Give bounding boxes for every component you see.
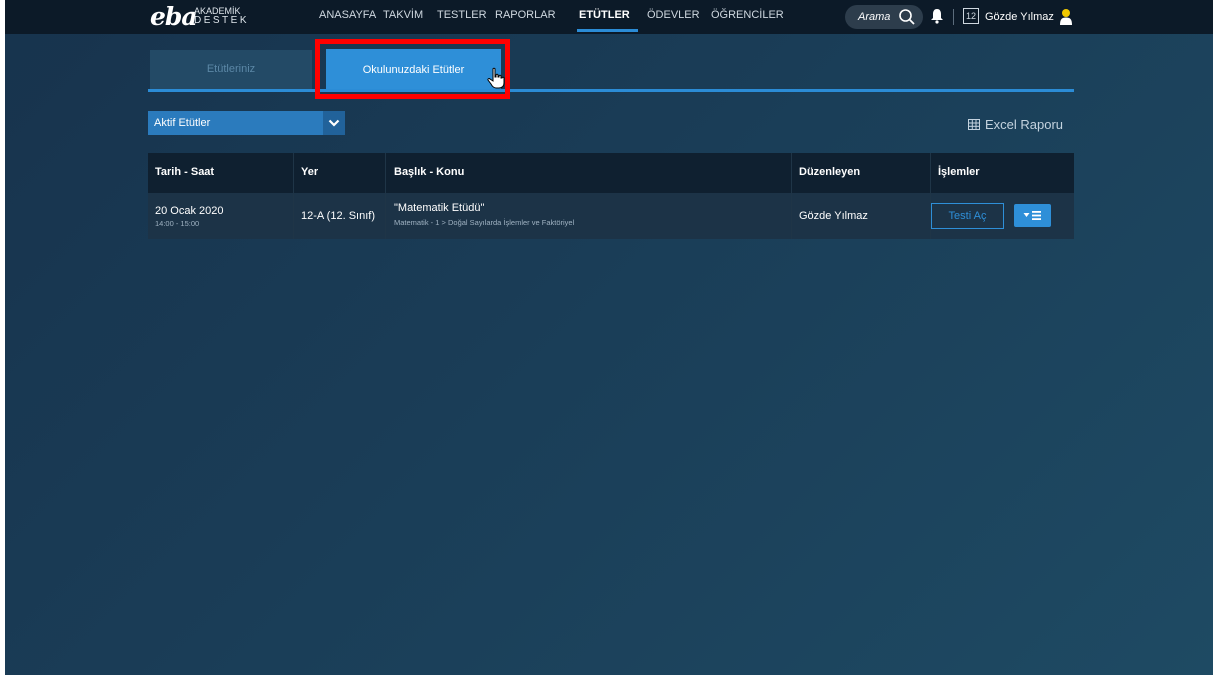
table-grid-icon bbox=[968, 119, 980, 130]
logo-sub-line2: DESTEK bbox=[194, 15, 250, 26]
search-placeholder: Arama bbox=[858, 11, 891, 23]
table-header: Tarih - Saat Yer Başlık - Konu Düzenleye… bbox=[148, 153, 1074, 193]
logo-subtitle: AKADEMİK DESTEK bbox=[194, 7, 250, 26]
open-test-button[interactable]: Testi Aç bbox=[931, 203, 1004, 229]
top-navbar: eba AKADEMİK DESTEK ANASAYFA TAKVİM TEST… bbox=[5, 0, 1213, 34]
status-filter-select[interactable]: Aktif Etütler bbox=[148, 111, 345, 135]
search-icon[interactable] bbox=[898, 8, 916, 26]
app-window: eba AKADEMİK DESTEK ANASAYFA TAKVİM TEST… bbox=[5, 0, 1213, 675]
user-icon[interactable] bbox=[1059, 8, 1073, 26]
column-divider bbox=[293, 153, 294, 239]
etut-table: Tarih - Saat Yer Başlık - Konu Düzenleye… bbox=[148, 153, 1074, 239]
row-actions-menu-button[interactable] bbox=[1014, 204, 1051, 227]
row-topic: Matematik - 1 > Doğal Sayılarda İşlemler… bbox=[394, 218, 575, 227]
nav-odevler[interactable]: ÖDEVLER bbox=[647, 9, 700, 21]
row-organizer: Gözde Yılmaz bbox=[799, 210, 868, 222]
user-name[interactable]: Gözde Yılmaz bbox=[985, 11, 1054, 23]
row-title: "Matematik Etüdü" bbox=[394, 202, 485, 214]
calendar-icon[interactable]: 12 bbox=[963, 8, 979, 24]
filter-selected-value: Aktif Etütler bbox=[154, 117, 211, 129]
excel-report-label: Excel Raporu bbox=[985, 117, 1064, 132]
nav-takvim[interactable]: TAKVİM bbox=[383, 9, 423, 21]
list-menu-icon bbox=[1023, 211, 1041, 220]
nav-raporlar[interactable]: RAPORLAR bbox=[495, 9, 556, 21]
active-nav-indicator bbox=[577, 29, 638, 32]
search-box[interactable]: Arama bbox=[845, 5, 923, 29]
chevron-down-icon bbox=[328, 119, 340, 127]
header-divider bbox=[953, 9, 954, 25]
tab-okulunuzdaki-etutler[interactable]: Okulunuzdaki Etütler bbox=[326, 49, 501, 91]
nav-ogrenciler[interactable]: ÖĞRENCİLER bbox=[711, 9, 784, 21]
nav-anasayfa[interactable]: ANASAYFA bbox=[319, 9, 376, 21]
column-divider bbox=[791, 153, 792, 239]
header-duzenleyen: Düzenleyen bbox=[799, 166, 861, 178]
filter-dropdown-toggle[interactable] bbox=[323, 111, 345, 135]
table-row: 20 Ocak 2020 14:00 - 15:00 12-A (12. Sın… bbox=[148, 193, 1074, 239]
column-divider bbox=[385, 153, 386, 239]
nav-testler[interactable]: TESTLER bbox=[437, 9, 487, 21]
header-islemler: İşlemler bbox=[938, 166, 980, 178]
column-divider bbox=[930, 153, 931, 239]
header-yer: Yer bbox=[301, 166, 319, 178]
row-time: 14:00 - 15:00 bbox=[155, 219, 200, 228]
row-date: 20 Ocak 2020 bbox=[155, 205, 224, 217]
header-baslik-konu: Başlık - Konu bbox=[394, 166, 465, 178]
logo-text: eba bbox=[150, 2, 198, 31]
nav-etutler[interactable]: ETÜTLER bbox=[579, 9, 630, 21]
header-tarih-saat: Tarih - Saat bbox=[155, 166, 215, 178]
bell-icon[interactable] bbox=[930, 8, 944, 24]
tab-underline bbox=[148, 89, 1074, 92]
row-place: 12-A (12. Sınıf) bbox=[301, 210, 375, 222]
hand-cursor-icon bbox=[487, 67, 505, 89]
tab-etutleriniz[interactable]: Etütleriniz bbox=[150, 50, 312, 89]
